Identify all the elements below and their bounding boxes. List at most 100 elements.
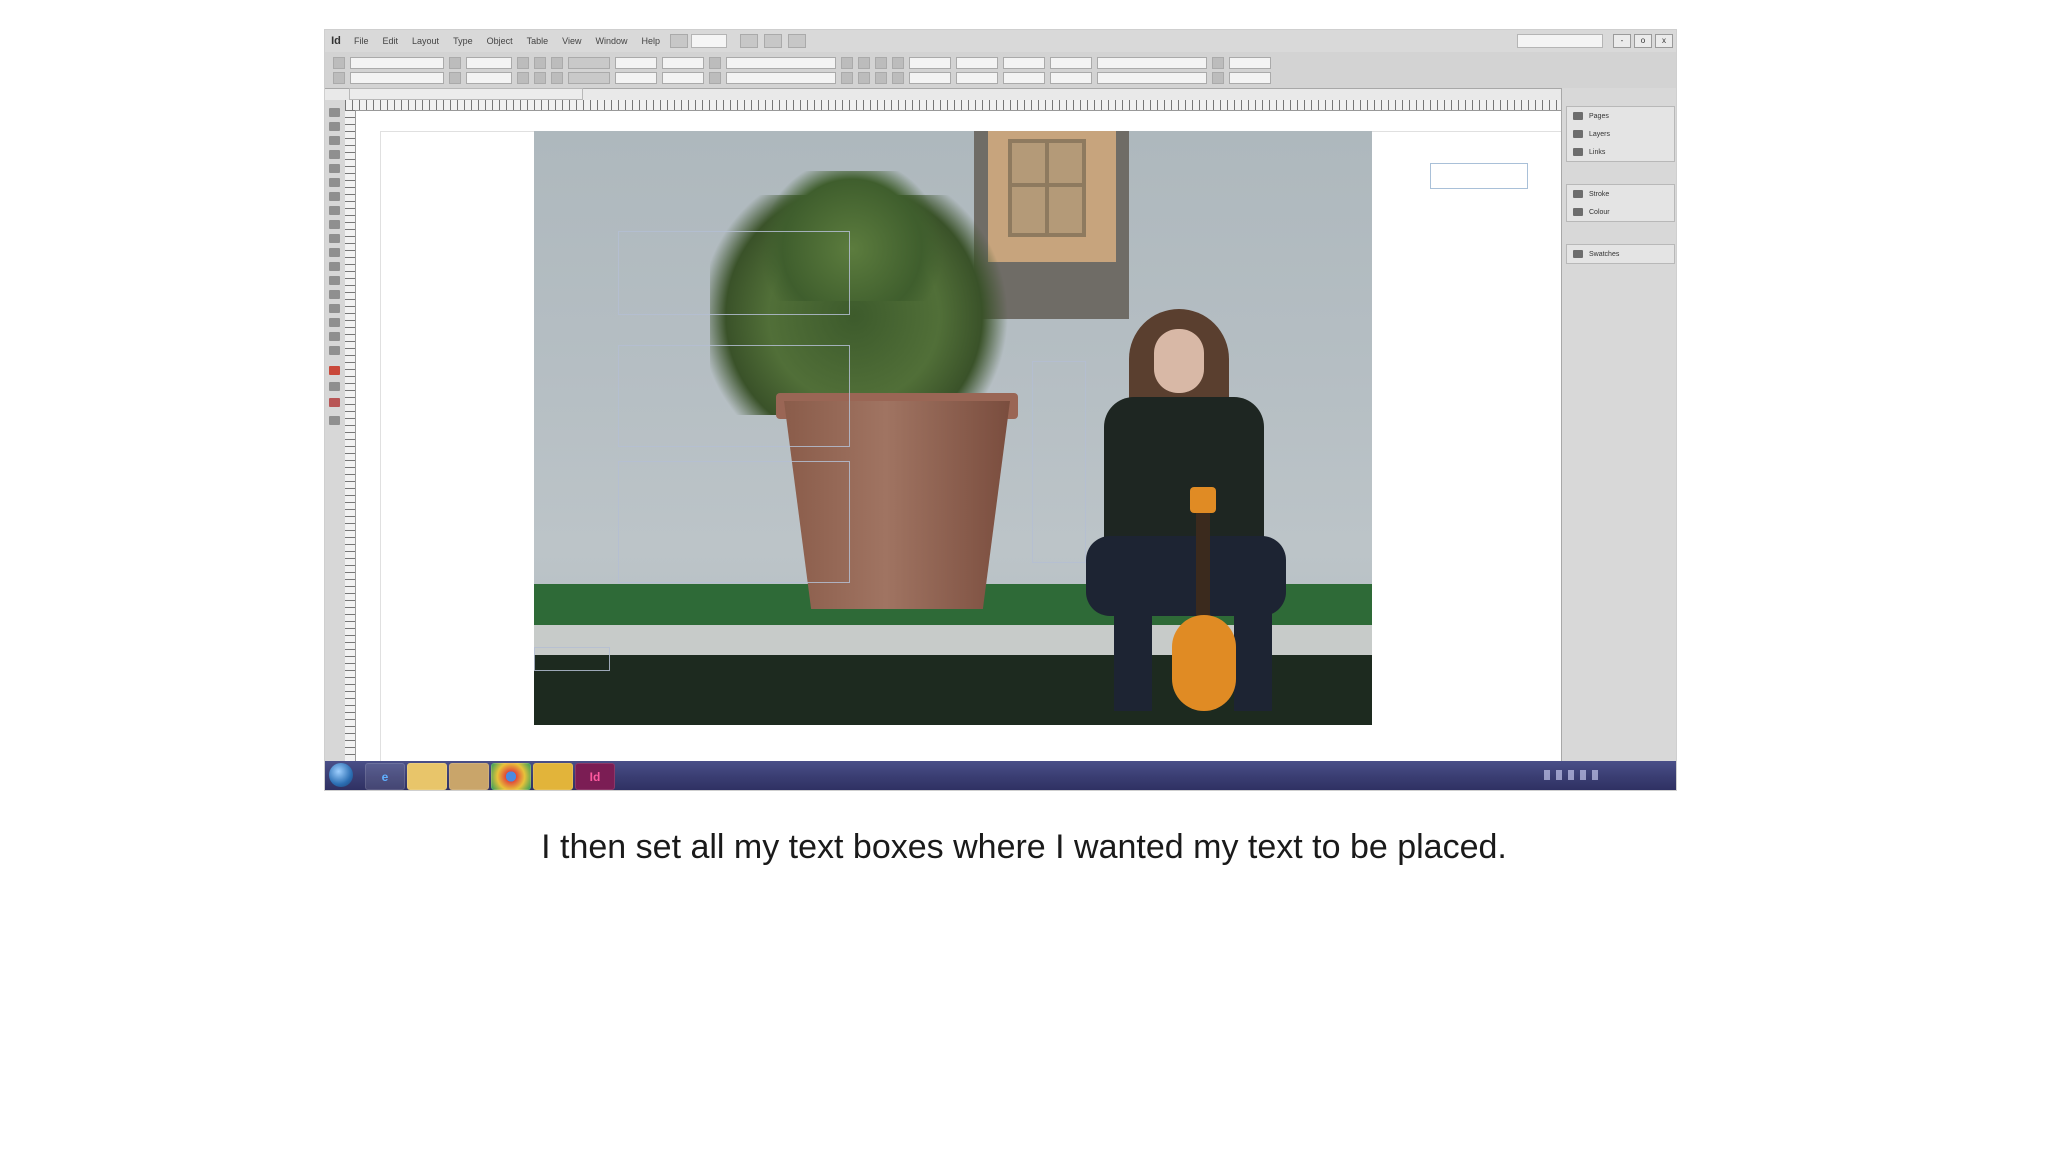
menu-type[interactable]: Type xyxy=(446,30,480,52)
bridge-icon[interactable] xyxy=(670,34,688,48)
restore-button[interactable]: o xyxy=(1634,34,1652,48)
justify-center-icon[interactable] xyxy=(875,72,887,84)
vertical-ruler[interactable] xyxy=(345,110,356,772)
character-mode-icon[interactable] xyxy=(333,57,345,69)
subscript-icon[interactable] xyxy=(534,72,546,84)
close-button[interactable]: x xyxy=(1655,34,1673,48)
start-button[interactable] xyxy=(329,763,353,787)
menu-object[interactable]: Object xyxy=(480,30,520,52)
gutter-field[interactable] xyxy=(1229,72,1271,84)
horizontal-ruler[interactable] xyxy=(345,100,1571,111)
text-frame-4[interactable] xyxy=(1032,361,1086,563)
pencil-tool-icon[interactable] xyxy=(329,220,340,229)
line-tool-icon[interactable] xyxy=(329,192,340,201)
space-before-field[interactable] xyxy=(1003,57,1045,69)
menu-window[interactable]: Window xyxy=(588,30,634,52)
panel-layers[interactable]: Layers xyxy=(1567,125,1674,143)
free-transform-tool-icon[interactable] xyxy=(329,276,340,285)
columns-icon[interactable] xyxy=(1212,57,1224,69)
pasteboard[interactable] xyxy=(356,111,1571,772)
minimize-button[interactable]: - xyxy=(1613,34,1631,48)
tracking-field[interactable] xyxy=(568,72,610,84)
apply-none-icon[interactable] xyxy=(329,398,340,407)
space-after-field[interactable] xyxy=(1003,72,1045,84)
font-family-field[interactable] xyxy=(350,57,444,69)
baseline-shift-field[interactable] xyxy=(615,72,657,84)
formatting-container-icon[interactable] xyxy=(329,382,340,391)
last-line-indent-field[interactable] xyxy=(956,72,998,84)
zoom-tool-icon[interactable] xyxy=(329,346,340,355)
drop-cap-field[interactable] xyxy=(1050,57,1092,69)
columns-field[interactable] xyxy=(1229,57,1271,69)
fill-color-icon[interactable] xyxy=(709,57,721,69)
view-options-icon[interactable] xyxy=(740,34,758,48)
menu-layout[interactable]: Layout xyxy=(405,30,446,52)
panel-colour[interactable]: Colour xyxy=(1567,203,1674,221)
system-tray-icons[interactable] xyxy=(1544,770,1604,780)
font-style-field[interactable] xyxy=(350,72,444,84)
paragraph-style-field[interactable] xyxy=(1097,57,1207,69)
font-size-field[interactable] xyxy=(466,57,512,69)
text-frame-2[interactable] xyxy=(618,345,850,447)
stroke-color-icon[interactable] xyxy=(709,72,721,84)
arrange-documents-icon[interactable] xyxy=(788,34,806,48)
align-right-icon[interactable] xyxy=(875,57,887,69)
kerning-field[interactable] xyxy=(568,57,610,69)
fill-stroke-icon[interactable] xyxy=(329,366,340,375)
zoom-level-field[interactable] xyxy=(691,34,727,48)
placed-photo-frame[interactable] xyxy=(534,131,1372,725)
hyphenate-field[interactable] xyxy=(1097,72,1207,84)
selection-tool-icon[interactable] xyxy=(329,108,340,117)
superscript-icon[interactable] xyxy=(534,57,546,69)
search-field[interactable] xyxy=(1517,34,1603,48)
menu-table[interactable]: Table xyxy=(520,30,556,52)
note-tool-icon[interactable] xyxy=(329,304,340,313)
align-left-icon[interactable] xyxy=(841,57,853,69)
drop-cap-chars-field[interactable] xyxy=(1050,72,1092,84)
font-size-icon[interactable] xyxy=(449,57,461,69)
gradient-tool-icon[interactable] xyxy=(329,290,340,299)
ie-icon[interactable]: e xyxy=(365,763,405,790)
direct-selection-tool-icon[interactable] xyxy=(329,122,340,131)
panel-stroke[interactable]: Stroke xyxy=(1567,185,1674,203)
right-indent-field[interactable] xyxy=(909,72,951,84)
underline-icon[interactable] xyxy=(551,57,563,69)
justify-icon[interactable] xyxy=(892,57,904,69)
menu-edit[interactable]: Edit xyxy=(376,30,406,52)
panel-links[interactable]: Links xyxy=(1567,143,1674,161)
type-tool-icon[interactable] xyxy=(329,178,340,187)
text-frame-5[interactable] xyxy=(534,647,610,671)
folder-icon[interactable] xyxy=(533,763,573,790)
eyedropper-tool-icon[interactable] xyxy=(329,318,340,327)
justify-all-icon[interactable] xyxy=(858,72,870,84)
all-caps-icon[interactable] xyxy=(517,57,529,69)
panel-pages[interactable]: Pages xyxy=(1567,107,1674,125)
horizontal-scale-field[interactable] xyxy=(662,57,704,69)
hand-tool-icon[interactable] xyxy=(329,332,340,341)
align-towards-spine-icon[interactable] xyxy=(841,72,853,84)
vertical-scale-field[interactable] xyxy=(615,57,657,69)
gap-tool-icon[interactable] xyxy=(329,150,340,159)
empty-text-frame[interactable] xyxy=(1430,163,1528,189)
indesign-icon[interactable]: Id xyxy=(575,763,615,790)
text-frame-1[interactable] xyxy=(618,231,850,315)
paragraph-mode-icon[interactable] xyxy=(333,72,345,84)
explorer-icon[interactable] xyxy=(407,763,447,790)
leading-field[interactable] xyxy=(466,72,512,84)
pen-tool-icon[interactable] xyxy=(329,206,340,215)
text-frame-3[interactable] xyxy=(618,461,850,583)
menu-view[interactable]: View xyxy=(555,30,588,52)
strikethrough-icon[interactable] xyxy=(551,72,563,84)
leading-icon[interactable] xyxy=(449,72,461,84)
character-style-field[interactable] xyxy=(726,57,836,69)
page-tool-icon[interactable] xyxy=(329,136,340,145)
rectangle-tool-icon[interactable] xyxy=(329,248,340,257)
chrome-icon[interactable] xyxy=(491,763,531,790)
skew-field[interactable] xyxy=(662,72,704,84)
small-caps-icon[interactable] xyxy=(517,72,529,84)
align-center-icon[interactable] xyxy=(858,57,870,69)
document-tab[interactable] xyxy=(349,88,583,100)
left-indent-field[interactable] xyxy=(909,57,951,69)
menu-help[interactable]: Help xyxy=(634,30,667,52)
panel-swatches[interactable]: Swatches xyxy=(1567,245,1674,263)
